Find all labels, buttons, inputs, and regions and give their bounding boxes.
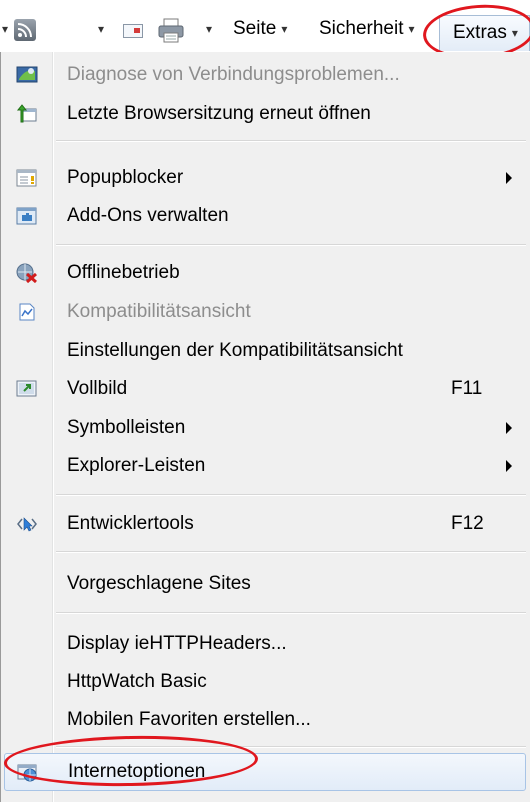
menu-item-display-iehttpheaders[interactable]: Display ieHTTPHeaders...: [4, 626, 526, 662]
menu-item-label: Einstellungen der Kompatibilitätsansicht: [67, 340, 403, 361]
compatibility-icon: [16, 302, 38, 322]
page-menu-caret: ▾: [281, 22, 288, 36]
safety-menu-label: Sicherheit: [319, 18, 404, 39]
menu-separator: [56, 140, 526, 142]
menu-item-label: Explorer-Leisten: [67, 455, 206, 476]
menu-item-reopen-last-session[interactable]: Letzte Browsersitzung erneut öffnen: [4, 96, 526, 132]
developer-tools-icon: [16, 514, 38, 534]
submenu-arrow-icon: [506, 460, 512, 472]
network-diagnose-icon: [16, 65, 38, 85]
safety-menu-caret: ▾: [408, 22, 415, 36]
offline-icon: [16, 263, 38, 284]
menu-item-fullscreen[interactable]: Vollbild F11: [4, 371, 526, 407]
menu-item-explorer-bars[interactable]: Explorer-Leisten: [4, 448, 526, 484]
menu-item-compatibility-view[interactable]: Kompatibilitätsansicht: [4, 294, 526, 330]
menu-item-label: Vollbild: [67, 378, 128, 399]
menu-separator: [56, 244, 526, 246]
reopen-session-icon: [16, 104, 38, 124]
menu-item-suggested-sites[interactable]: Vorgeschlagene Sites: [4, 566, 526, 602]
menu-item-diagnose-connection-problems[interactable]: Diagnose von Verbindungsproblemen...: [4, 57, 526, 93]
menu-item-developer-tools[interactable]: Entwicklertools F12: [4, 506, 526, 542]
menu-item-label: Offlinebetrieb: [67, 262, 180, 283]
addons-icon: [16, 206, 38, 226]
menu-separator: [56, 551, 526, 553]
menu-item-popup-blocker[interactable]: Popupblocker: [4, 160, 526, 196]
safety-menu-button[interactable]: Sicherheit ▾: [319, 18, 415, 40]
menu-item-work-offline[interactable]: Offlinebetrieb: [4, 255, 526, 291]
menu-item-httpwatch-basic[interactable]: HttpWatch Basic: [4, 664, 526, 700]
menu-item-toolbars[interactable]: Symbolleisten: [4, 410, 526, 446]
menu-item-compatibility-view-settings[interactable]: Einstellungen der Kompatibilitätsansicht: [4, 333, 526, 369]
read-mail-icon[interactable]: [123, 24, 143, 38]
popup-blocker-icon: [16, 168, 38, 188]
menu-item-label: Mobilen Favoriten erstellen...: [67, 709, 311, 730]
menu-item-label: HttpWatch Basic: [67, 671, 207, 692]
menu-item-create-mobile-favorite[interactable]: Mobilen Favoriten erstellen...: [4, 702, 526, 738]
menu-item-label: Symbolleisten: [67, 417, 186, 438]
page-menu-label: Seite: [233, 18, 277, 39]
feeds-icon[interactable]: [14, 19, 36, 41]
menu-item-shortcut: F12: [451, 513, 484, 534]
page-menu-button[interactable]: Seite ▾: [233, 18, 287, 40]
menu-item-label: Add-Ons verwalten: [67, 205, 229, 226]
menu-item-label: Kompatibilitätsansicht: [67, 301, 251, 322]
submenu-arrow-icon: [506, 172, 512, 184]
menu-item-label: Diagnose von Verbindungsproblemen...: [67, 64, 400, 85]
feeds-dropdown-caret[interactable]: ▾: [98, 22, 104, 36]
print-icon[interactable]: [157, 18, 185, 44]
menu-separator: [56, 612, 526, 614]
menu-separator: [56, 494, 526, 496]
menu-item-manage-addons[interactable]: Add-Ons verwalten: [4, 198, 526, 234]
menu-item-label: Popupblocker: [67, 167, 184, 188]
menu-item-label: Vorgeschlagene Sites: [67, 573, 251, 594]
fullscreen-icon: [16, 379, 38, 399]
menu-item-shortcut: F11: [451, 378, 483, 399]
menu-item-label: Letzte Browsersitzung erneut öffnen: [67, 103, 371, 124]
menu-item-label: Display ieHTTPHeaders...: [67, 633, 287, 654]
home-dropdown-caret[interactable]: ▾: [2, 22, 8, 36]
print-dropdown-caret[interactable]: ▾: [206, 22, 212, 36]
menu-item-label: Entwicklertools: [67, 513, 194, 534]
submenu-arrow-icon: [506, 422, 512, 434]
